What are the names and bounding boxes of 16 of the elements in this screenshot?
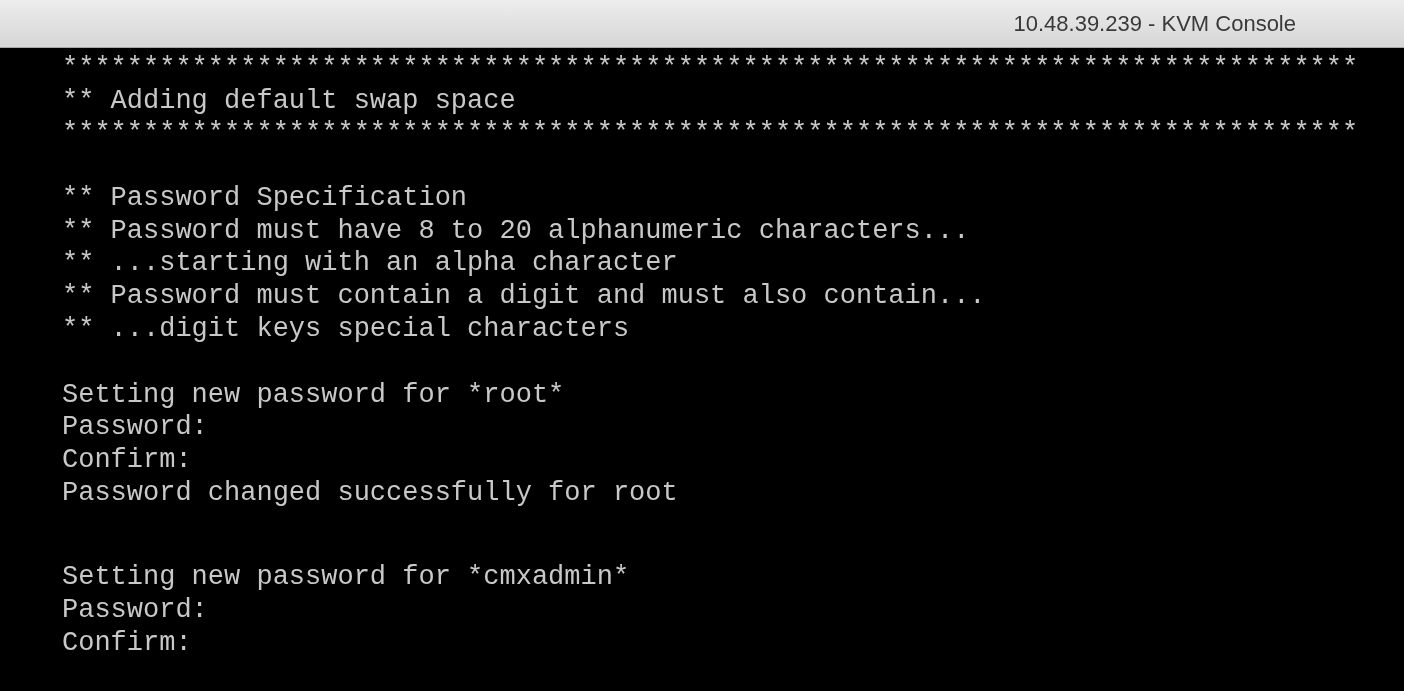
console-line: Password: xyxy=(62,593,209,627)
console-line: ******************************************************************************** xyxy=(62,117,1360,151)
console-line: ** ...starting with an alpha character xyxy=(62,247,679,281)
console-line: ** Password must have 8 to 20 alphanumeric characters... xyxy=(62,214,971,248)
console-line: Setting new password for *root* xyxy=(62,378,566,412)
console-line: Confirm: xyxy=(62,443,193,477)
console-line: ** Password Specification xyxy=(62,182,469,215)
console-line: Password changed successfully for root xyxy=(62,476,679,510)
console-line: Confirm: xyxy=(62,626,193,660)
console-line: ** ...digit keys special characters xyxy=(62,312,631,346)
console-line: ** Adding default swap space xyxy=(62,84,517,118)
window-title: 10.48.39.239 - KVM Console xyxy=(1013,10,1296,37)
console-line: Password: xyxy=(62,411,209,444)
console-line: Setting new password for *cmxadmin* xyxy=(62,561,631,594)
console-line: ** Password must contain a digit and must also contain... xyxy=(62,280,987,313)
console-line: ******************************************************************************** xyxy=(62,52,1360,85)
